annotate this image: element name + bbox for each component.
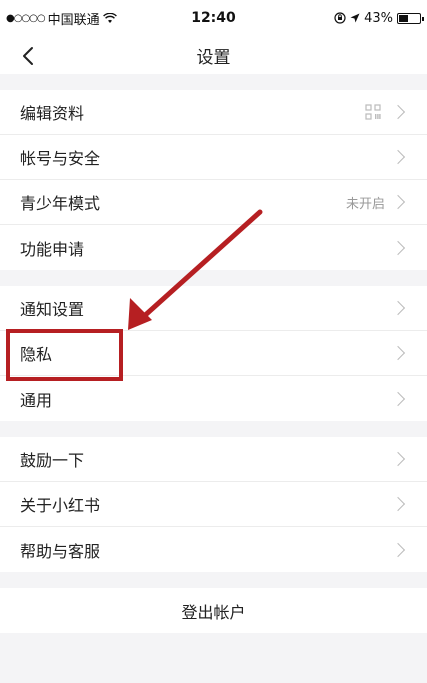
carrier-label: 中国联通 [47, 12, 100, 28]
rotation-lock-icon [334, 12, 346, 24]
chevron-right-icon [390, 149, 406, 165]
row-label: 鼓励一下 [20, 451, 85, 470]
settings-row-notifications[interactable]: 通知设置 [0, 286, 427, 331]
chevron-right-icon [390, 451, 406, 467]
nav-bar: 设置 [0, 36, 427, 74]
row-label: 通用 [20, 390, 53, 410]
row-label: 关于小红书 [20, 496, 101, 515]
logout-button[interactable]: 登出帐户 [0, 588, 427, 633]
settings-group-about: 鼓励一下 关于小红书 帮助与客服 [0, 437, 427, 572]
settings-row-account-security[interactable]: 帐号与安全 [0, 135, 427, 180]
chevron-right-icon [390, 104, 406, 120]
settings-row-privacy[interactable]: 隐私 [0, 331, 427, 376]
row-label: 帐号与安全 [20, 149, 101, 168]
settings-row-feature-request[interactable]: 功能申请 [0, 225, 427, 270]
row-label: 编辑资料 [20, 104, 85, 123]
settings-group-account: 编辑资料 帐号与安全 青少年模式 未开启 功能申请 [0, 90, 427, 270]
back-button[interactable] [14, 42, 42, 70]
location-arrow-icon [350, 13, 360, 23]
chevron-right-icon [390, 345, 406, 361]
settings-row-edit-profile[interactable]: 编辑资料 [0, 90, 427, 135]
settings-row-general[interactable]: 通用 [0, 376, 427, 421]
signal-strength-icon: ●○○○○ [6, 12, 46, 24]
settings-row-about[interactable]: 关于小红书 [0, 482, 427, 527]
page-title: 设置 [196, 47, 231, 68]
battery-icon [397, 12, 424, 24]
row-label: 功能申请 [20, 239, 85, 259]
chevron-right-icon [390, 542, 406, 557]
row-label: 隐私 [20, 345, 53, 364]
chevron-right-icon [390, 240, 406, 255]
teen-mode-status: 未开启 [345, 196, 385, 212]
settings-group-preferences: 通知设置 隐私 通用 [0, 286, 427, 421]
battery-percent: 43% [364, 10, 393, 26]
status-right: 43% [334, 10, 424, 26]
chevron-right-icon [390, 300, 406, 316]
row-label: 帮助与客服 [20, 541, 101, 561]
settings-row-rate-app[interactable]: 鼓励一下 [0, 437, 427, 482]
row-label: 青少年模式 [20, 194, 101, 213]
settings-row-help[interactable]: 帮助与客服 [0, 527, 427, 572]
chevron-right-icon [390, 194, 406, 210]
chevron-left-icon [23, 47, 33, 65]
status-bar: ●○○○○ 中国联通 12:40 43% [0, 0, 427, 36]
status-left: ●○○○○ 中国联通 [6, 9, 334, 28]
chevron-right-icon [390, 391, 406, 406]
qr-code-icon [365, 104, 381, 120]
settings-row-teen-mode[interactable]: 青少年模式 未开启 [0, 180, 427, 225]
wifi-icon [102, 12, 117, 23]
row-label: 通知设置 [20, 300, 85, 319]
battery-fill [399, 14, 408, 22]
chevron-right-icon [390, 496, 406, 512]
